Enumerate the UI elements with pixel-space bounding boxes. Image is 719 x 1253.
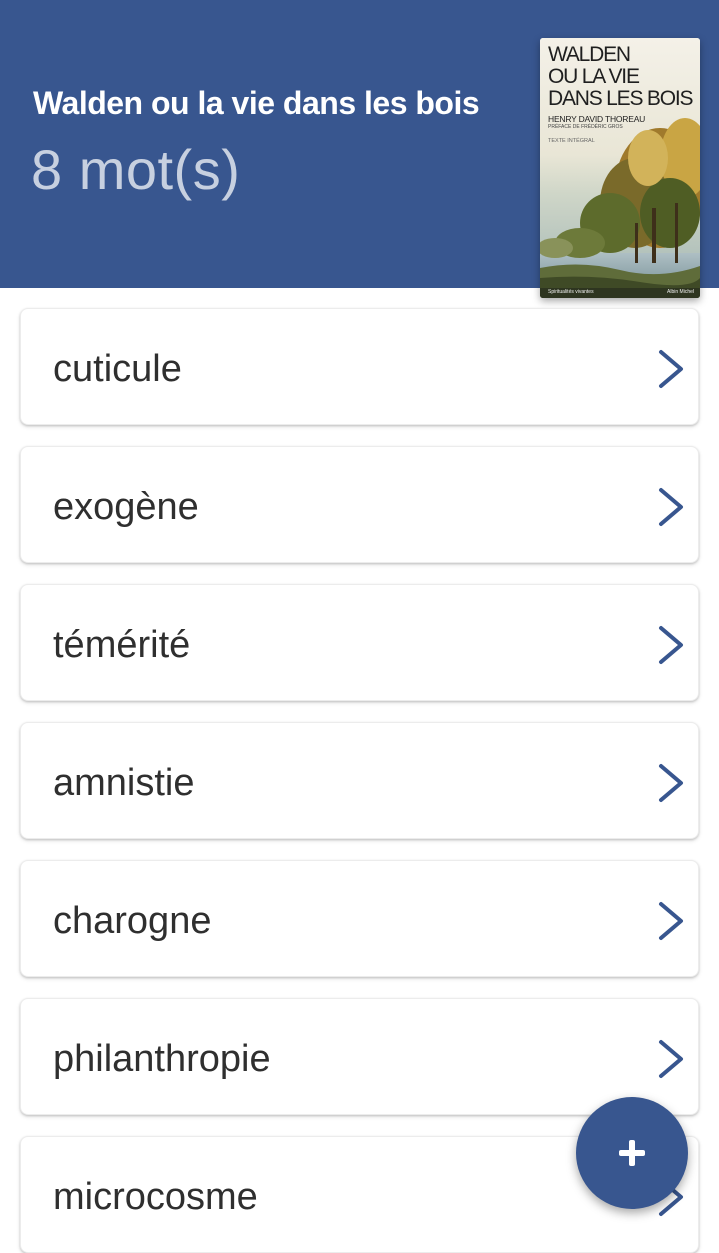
word-item[interactable]: amnistie [20, 722, 699, 839]
word-item[interactable]: philanthropie [20, 998, 699, 1115]
cover-author: HENRY DAVID THOREAU [548, 114, 646, 124]
cover-title-line: DANS LES BOIS [548, 87, 693, 110]
cover-title-line: OU LA VIE [548, 65, 640, 88]
cover-text: WALDEN OU LA VIE DANS LES BOIS HENRY DAV… [548, 44, 696, 145]
word-item[interactable]: charogne [20, 860, 699, 977]
word-label: charogne [53, 900, 212, 942]
word-item[interactable]: témérité [20, 584, 699, 701]
book-cover[interactable]: WALDEN OU LA VIE DANS LES BOIS HENRY DAV… [540, 38, 700, 298]
chevron-right-icon [659, 626, 683, 664]
chevron-right-icon [659, 764, 683, 802]
word-label: microcosme [53, 1176, 258, 1218]
cover-series: Spiritualités vivantes [548, 289, 594, 295]
word-label: témérité [53, 624, 191, 666]
word-label: philanthropie [53, 1038, 271, 1080]
plus-icon [619, 1140, 645, 1166]
word-label: cuticule [53, 348, 182, 390]
chevron-right-icon [659, 488, 683, 526]
chevron-right-icon [659, 1040, 683, 1078]
book-title: Walden ou la vie dans les bois [33, 85, 480, 121]
word-label: exogène [53, 486, 199, 528]
header: Walden ou la vie dans les bois 8 mot(s) [0, 0, 719, 298]
word-label: amnistie [53, 762, 195, 804]
cover-publisher: Albin Michel [667, 289, 694, 295]
cover-preface: PRÉFACE DE FRÉDÉRIC GROS [548, 124, 623, 130]
chevron-right-icon [659, 350, 683, 388]
word-count: 8 mot(s) [31, 138, 241, 201]
cover-title-line: WALDEN [548, 43, 631, 66]
chevron-right-icon [659, 902, 683, 940]
word-item[interactable]: exogène [20, 446, 699, 563]
add-word-button[interactable] [576, 1097, 688, 1209]
word-item[interactable]: cuticule [20, 308, 699, 425]
cover-edition: TEXTE INTÉGRAL [548, 138, 595, 144]
